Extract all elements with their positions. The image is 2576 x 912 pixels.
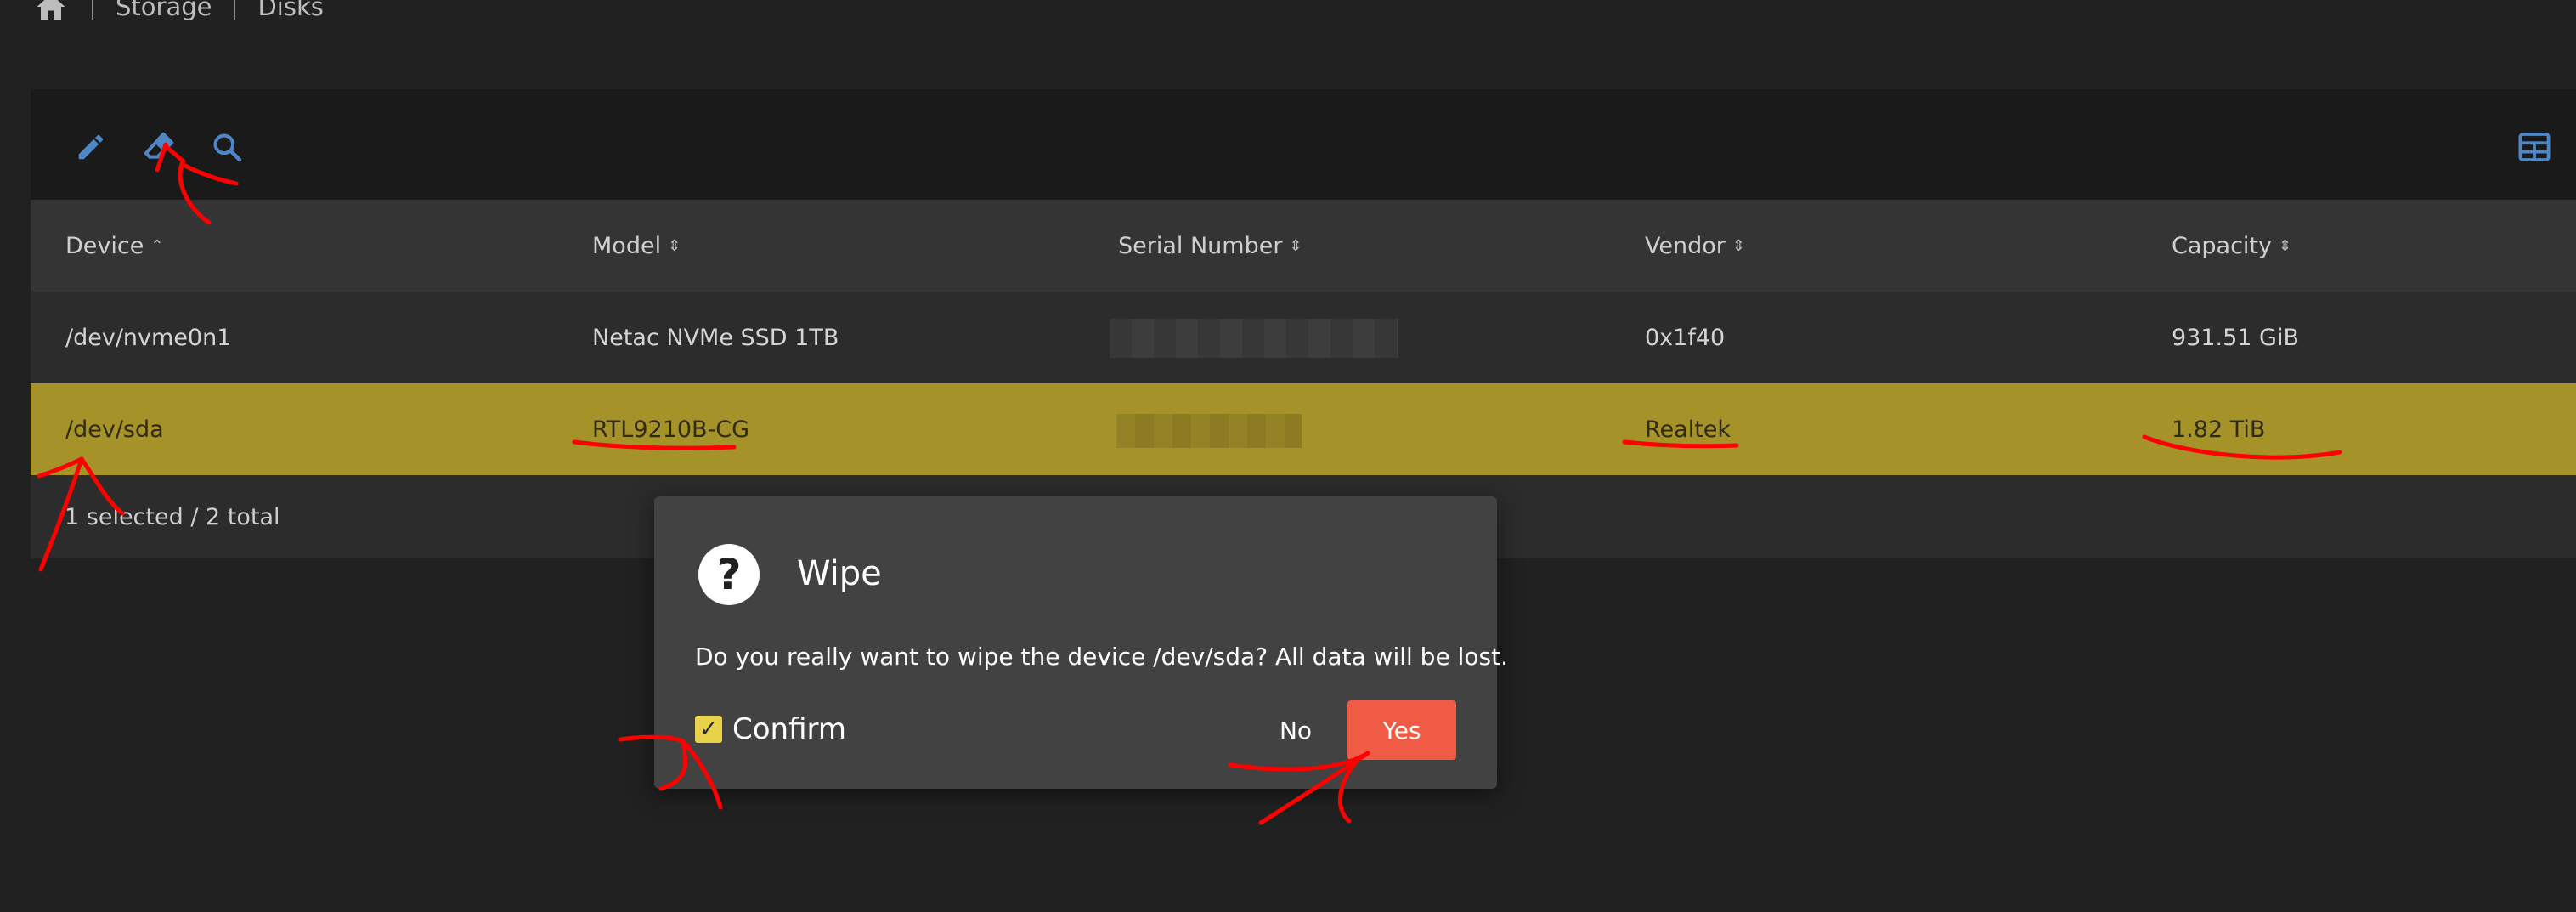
question-icon: ?	[698, 544, 760, 605]
cell-device: /dev/nvme0n1	[65, 324, 232, 351]
column-label: Model	[592, 232, 662, 259]
table-columns-icon[interactable]	[2515, 127, 2554, 167]
column-header-capacity[interactable]: Capacity ⇕	[2172, 200, 2291, 292]
selection-count: 1 selected / 2 total	[65, 503, 280, 530]
disks-panel: Device ⌃ Model ⇕ Serial Number ⇕ Vendor …	[31, 89, 2576, 558]
breadcrumb-separator	[234, 0, 236, 20]
column-label: Capacity	[2172, 232, 2272, 259]
cell-capacity: 931.51 GiB	[2172, 324, 2300, 351]
sort-icon: ⇕	[668, 236, 681, 255]
sort-icon: ⇕	[1731, 236, 1745, 255]
sort-asc-icon: ⌃	[150, 236, 164, 255]
cell-vendor: 0x1f40	[1645, 324, 1726, 351]
breadcrumb: Storage Disks	[32, 0, 324, 24]
column-header-model[interactable]: Model ⇕	[592, 200, 681, 292]
redacted-serial	[1110, 319, 1398, 358]
breadcrumb-storage[interactable]: Storage	[116, 0, 212, 21]
breadcrumb-separator	[92, 0, 93, 20]
search-icon[interactable]	[207, 127, 246, 167]
table-header: Device ⌃ Model ⇕ Serial Number ⇕ Vendor …	[31, 200, 2576, 292]
cell-model: RTL9210B-CG	[592, 416, 750, 443]
home-icon[interactable]	[32, 0, 70, 24]
confirm-label[interactable]: Confirm	[732, 712, 846, 746]
column-header-vendor[interactable]: Vendor ⇕	[1645, 200, 1745, 292]
cell-capacity: 1.82 TiB	[2172, 416, 2266, 443]
column-header-serial-number[interactable]: Serial Number ⇕	[1118, 200, 1302, 292]
cell-model: Netac NVMe SSD 1TB	[592, 324, 839, 351]
wipe-dialog: ? Wipe Do you really want to wipe the de…	[654, 496, 1508, 789]
cell-device: /dev/sda	[65, 416, 164, 443]
dialog-message: Do you really want to wipe the device /d…	[695, 643, 1508, 671]
sort-icon: ⇕	[1289, 236, 1302, 255]
no-button[interactable]: No	[1249, 700, 1342, 760]
eraser-icon[interactable]	[139, 127, 178, 167]
pencil-icon[interactable]	[71, 127, 110, 167]
column-label: Device	[65, 232, 144, 259]
cell-vendor: Realtek	[1645, 416, 1731, 443]
table-row-selected[interactable]: /dev/sda RTL9210B-CG Realtek 1.82 TiB	[31, 383, 2576, 475]
breadcrumb-disks[interactable]: Disks	[257, 0, 323, 21]
checkbox-checked-icon[interactable]: ✓	[695, 716, 722, 743]
redacted-serial	[1116, 414, 1302, 448]
disks-page: Storage Disks Device ⌃ Model ⇕ Serial Nu…	[0, 0, 2576, 912]
yes-button[interactable]: Yes	[1347, 700, 1456, 760]
dialog-title: Wipe	[797, 554, 882, 593]
column-label: Serial Number	[1118, 232, 1283, 259]
column-label: Vendor	[1645, 232, 1726, 259]
column-header-device[interactable]: Device ⌃	[65, 200, 163, 292]
confirm-checkbox[interactable]: ✓ Confirm	[695, 712, 846, 746]
sort-icon: ⇕	[2279, 236, 2292, 255]
toolbar	[31, 89, 2576, 200]
table-row[interactable]: /dev/nvme0n1 Netac NVMe SSD 1TB 0x1f40 9…	[31, 292, 2576, 383]
